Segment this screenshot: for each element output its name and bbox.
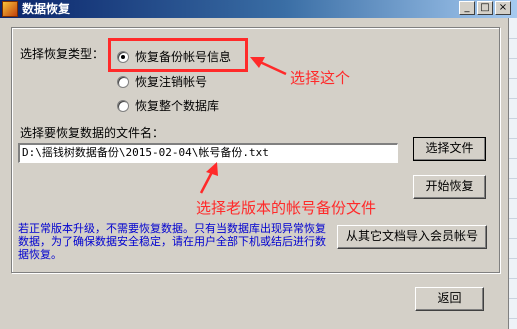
import-member-accounts-button[interactable]: 从其它文档导入会员帐号	[337, 225, 487, 249]
radio-indicator[interactable]	[117, 75, 129, 88]
radio-restore-deleted-accounts[interactable]: 恢复注销帐号	[117, 73, 207, 90]
start-restore-button[interactable]: 开始恢复	[413, 175, 486, 199]
window-title: 数据恢复	[22, 2, 71, 16]
radio-indicator[interactable]	[117, 99, 129, 112]
upgrade-note: 若正常版本升级，不需要恢复数据。只有当数据库出现异常恢复数据，为了确保数据安全稳…	[18, 222, 326, 261]
close-button[interactable]: ×	[495, 1, 511, 15]
annotation-pick-old-file: 选择老版本的帐号备份文件	[196, 199, 377, 217]
minimize-button[interactable]: _	[459, 1, 475, 15]
restore-dialog: 数据恢复 _ □ × 选择恢复类型： 恢复备份帐号信息 恢复注销帐号 恢复整个数…	[0, 0, 517, 329]
annotation-pick-this: 选择这个	[290, 69, 351, 87]
file-path-input[interactable]: D:\摇钱树数据备份\2015-02-04\帐号备份.txt	[18, 143, 398, 163]
background-window-edge	[508, 18, 517, 329]
window-controls: _ □ ×	[459, 1, 511, 15]
back-button[interactable]: 返回	[415, 287, 484, 311]
select-file-button[interactable]: 选择文件	[413, 137, 486, 161]
radio-label: 恢复整个数据库	[135, 99, 220, 113]
annotation-highlight-box	[108, 38, 248, 72]
file-label: 选择要恢复数据的文件名：	[20, 126, 165, 140]
maximize-button[interactable]: □	[477, 1, 493, 15]
restore-type-label: 选择恢复类型：	[20, 47, 105, 61]
radio-restore-whole-database[interactable]: 恢复整个数据库	[117, 97, 219, 114]
title-bar: 数据恢复 _ □ ×	[0, 0, 517, 18]
radio-label: 恢复注销帐号	[135, 75, 208, 89]
app-icon	[2, 1, 18, 17]
